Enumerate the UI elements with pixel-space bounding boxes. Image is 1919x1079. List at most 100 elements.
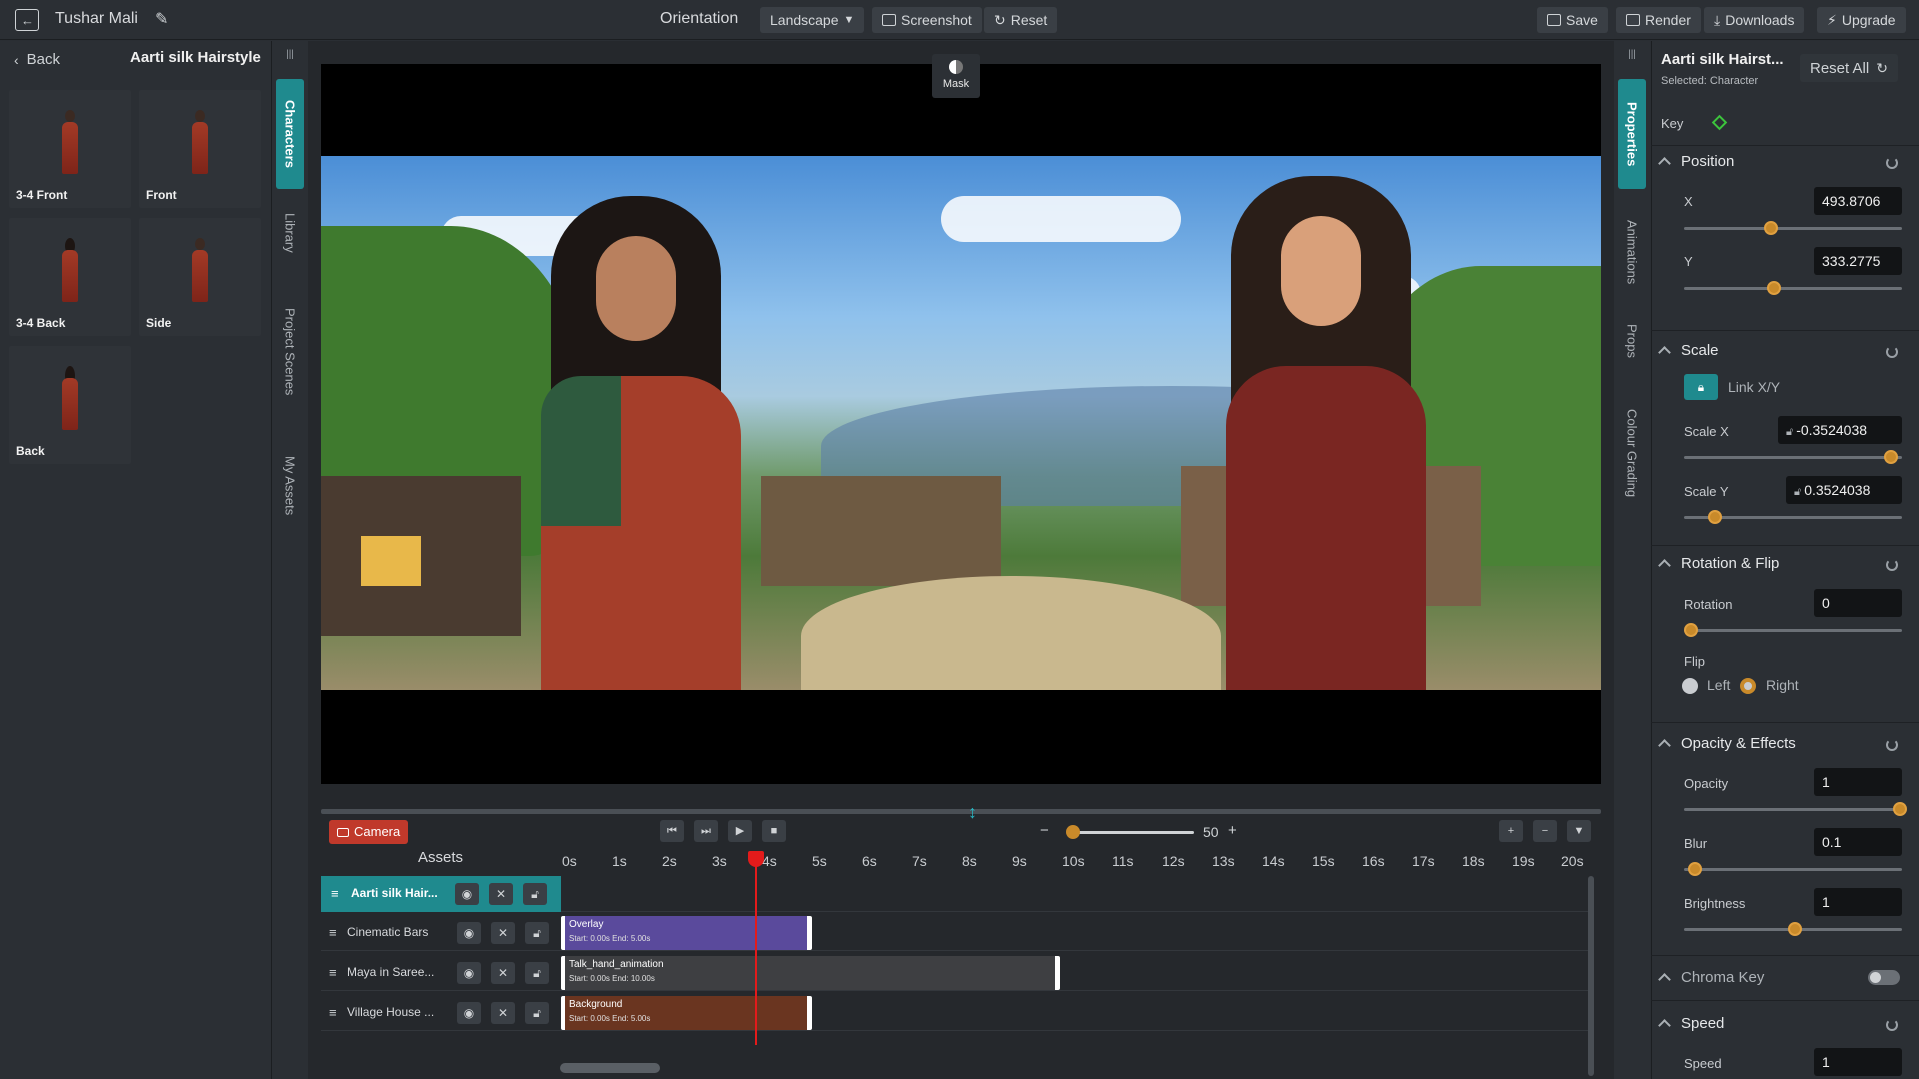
blur-input[interactable]: 0.1 [1814,828,1902,856]
tab-colour-grading[interactable]: Colour Grading [1618,383,1646,523]
x-input[interactable]: 493.8706 [1814,187,1902,215]
reset-icon[interactable] [1886,157,1898,169]
screenshot-button[interactable]: Screenshot [872,7,982,33]
section-position[interactable]: Position [1658,153,1734,170]
x-slider[interactable] [1684,221,1902,235]
y-input[interactable]: 333.2775 [1814,247,1902,275]
x-slider-knob[interactable] [1764,221,1778,235]
edit-pencil-icon[interactable]: ✎ [155,9,168,29]
scale-y-slider-knob[interactable] [1708,510,1722,524]
thumbnail-side[interactable]: Side [139,218,261,336]
section-speed[interactable]: Speed [1658,1015,1724,1032]
lock-icon[interactable]: 🔓︎ [525,922,549,944]
remove-track-icon[interactable]: − [1533,820,1557,842]
rotation-input[interactable]: 0 [1814,589,1902,617]
flip-right-radio[interactable] [1740,678,1756,694]
scale-x-input[interactable]: 🔓︎ -0.3524038 [1778,416,1902,444]
zoom-in-icon[interactable]: + [1228,822,1237,839]
thumbnail-3-4-front[interactable]: 3-4 Front [9,90,131,208]
clip-background[interactable]: Background Start: 0.00s End: 5.00s [561,996,812,1030]
y-slider[interactable] [1684,281,1902,295]
track-row[interactable]: ≡ Cinematic Bars ◉ ✕ 🔓︎ Overlay Start: 0… [321,915,1589,951]
track-row[interactable]: ≡ Maya in Saree... ◉ ✕ 🔓︎ Talk_hand_anim… [321,955,1589,991]
section-rotation-flip[interactable]: Rotation & Flip [1658,555,1779,572]
brightness-input[interactable]: 1 [1814,888,1902,916]
eye-icon[interactable]: ◉ [457,922,481,944]
opacity-slider-knob[interactable] [1893,802,1907,816]
speed-input[interactable]: 1 [1814,1048,1902,1076]
zoom-out-icon[interactable]: − [1040,822,1049,839]
tab-my-assets[interactable]: My Assets [276,431,304,541]
section-opacity-effects[interactable]: Opacity & Effects [1658,735,1796,752]
drag-handle-icon[interactable]: ≡ [331,886,339,901]
zoom-slider[interactable] [1066,825,1194,839]
drag-handle-icon[interactable]: ≡ [329,965,337,980]
resize-handle-icon[interactable]: ↕ [968,802,977,823]
back-button[interactable]: ‹ Back [14,51,60,68]
render-button[interactable]: Render [1616,7,1701,33]
thumbnail-3-4-back[interactable]: 3-4 Back [9,218,131,336]
timeline-scrub-bar[interactable] [321,809,1601,814]
scene-image[interactable] [321,156,1601,690]
reset-icon[interactable] [1886,346,1898,358]
clip-talk-hand-animation[interactable]: Talk_hand_animation Start: 0.00s End: 10… [561,956,1060,990]
tab-library[interactable]: Library [276,193,304,273]
thumbnail-front[interactable]: Front [139,90,261,208]
character-aarti[interactable] [521,196,751,690]
exit-icon[interactable]: ← [15,9,39,31]
collapse-handle-icon[interactable]: ||| [1624,49,1640,63]
play-icon[interactable]: ▶ [728,820,752,842]
chroma-key-toggle[interactable] [1868,970,1900,985]
brightness-slider[interactable] [1684,922,1902,936]
clip-overlay[interactable]: Overlay Start: 0.00s End: 5.00s [561,916,812,950]
tab-project-scenes[interactable]: Project Scenes [276,277,304,427]
brightness-slider-knob[interactable] [1788,922,1802,936]
close-icon[interactable]: ✕ [491,1002,515,1024]
camera-button[interactable]: Camera [329,820,409,844]
track-row[interactable]: ≡ Village House ... ◉ ✕ 🔓︎ Background St… [321,995,1589,1031]
upgrade-button[interactable]: ⚡ Upgrade [1817,7,1906,33]
lock-icon[interactable]: 🔓︎ [525,962,549,984]
timeline-horizontal-scrollbar[interactable] [560,1063,660,1073]
save-button[interactable]: Save [1537,7,1608,33]
blur-slider-knob[interactable] [1688,862,1702,876]
scale-y-slider[interactable] [1684,510,1902,524]
lock-icon[interactable]: 🔓︎ [525,1002,549,1024]
scale-x-slider[interactable] [1684,450,1902,464]
lock-icon[interactable]: 🔓︎ [523,883,547,905]
timeline-vertical-scrollbar[interactable] [1588,876,1594,1076]
downloads-button[interactable]: ⤓ Downloads [1704,7,1805,33]
scene-canvas[interactable]: Mask [321,54,1601,784]
add-track-icon[interactable]: + [1499,820,1523,842]
track-row[interactable]: ≡ Aarti silk Hair... ◉ ✕ 🔓︎ [321,876,1589,912]
reset-all-button[interactable]: Reset All ↻ [1800,54,1898,82]
flip-left-radio[interactable] [1682,678,1698,694]
section-scale[interactable]: Scale [1658,342,1719,359]
playhead-handle[interactable] [748,851,764,867]
close-icon[interactable]: ✕ [491,962,515,984]
rotation-slider-knob[interactable] [1684,623,1698,637]
scale-y-input[interactable]: 🔓︎ 0.3524038 [1786,476,1902,504]
y-slider-knob[interactable] [1767,281,1781,295]
step-forward-icon[interactable]: ⏭ [694,820,718,842]
eye-icon[interactable]: ◉ [457,1002,481,1024]
character-maya[interactable] [1201,176,1441,690]
close-icon[interactable]: ✕ [489,883,513,905]
reset-icon[interactable] [1886,559,1898,571]
reset-icon[interactable] [1886,739,1898,751]
reset-button[interactable]: ↻ Reset [984,7,1058,33]
zoom-knob[interactable] [1066,825,1080,839]
tab-props[interactable]: Props [1618,311,1646,371]
playhead[interactable] [755,851,757,1045]
drag-handle-icon[interactable]: ≡ [329,925,337,940]
close-icon[interactable]: ✕ [491,922,515,944]
skip-start-icon[interactable]: ⏮ [660,820,684,842]
tab-characters[interactable]: Characters [276,79,304,189]
blur-slider[interactable] [1684,862,1902,876]
timeline-menu-icon[interactable]: ▼ [1567,820,1591,842]
mask-button[interactable]: Mask [932,54,980,98]
scale-x-slider-knob[interactable] [1884,450,1898,464]
eye-icon[interactable]: ◉ [457,962,481,984]
opacity-input[interactable]: 1 [1814,768,1902,796]
drag-handle-icon[interactable]: ≡ [329,1005,337,1020]
